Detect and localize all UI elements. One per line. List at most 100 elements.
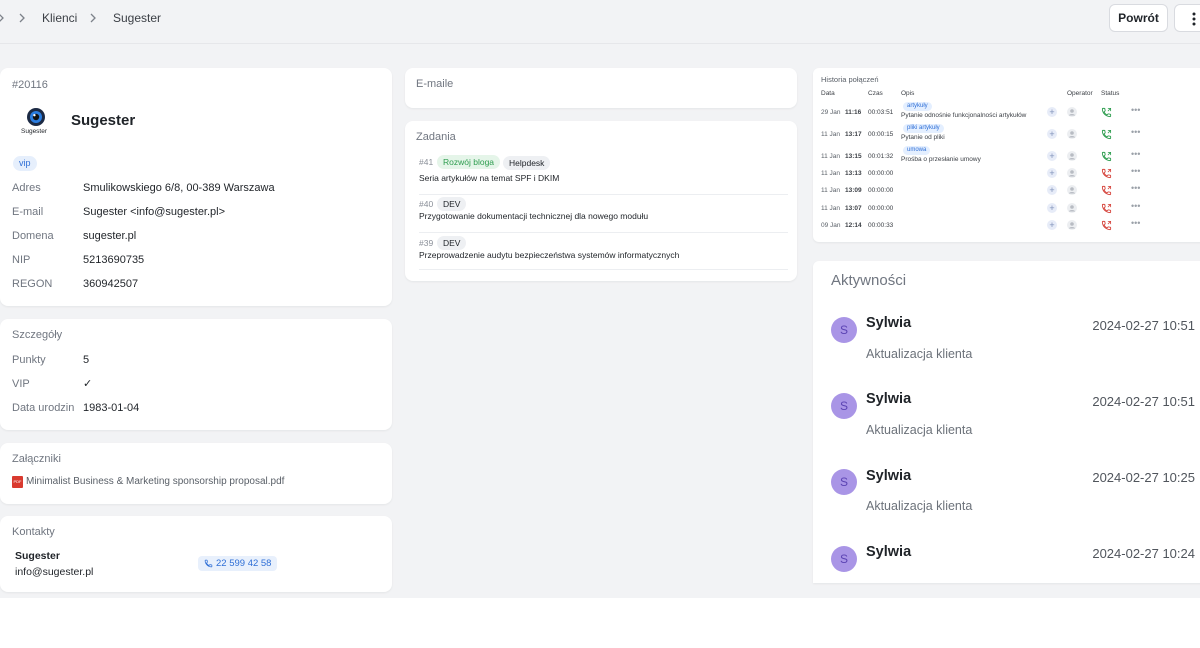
field-label: E-mail — [12, 206, 44, 218]
contact-email[interactable]: info@sugester.pl — [15, 566, 93, 578]
breadcrumb-current: Sugester — [113, 11, 162, 25]
call-time: 11:16 — [845, 109, 862, 116]
call-time: 12:14 — [845, 222, 862, 229]
divider — [419, 194, 788, 195]
client-tag[interactable]: vip — [13, 156, 37, 171]
row-actions-icon[interactable]: ••• — [1131, 127, 1140, 137]
call-time: 13:13 — [845, 170, 862, 177]
row-actions-icon[interactable]: ••• — [1131, 218, 1140, 228]
address-value: Smulikowskiego 6/8, 00-389 Warszawa — [83, 182, 275, 194]
add-note-button[interactable]: + — [1047, 151, 1057, 161]
contact-phone: 22 599 42 58 — [216, 558, 272, 569]
call-time: 13:17 — [845, 131, 862, 138]
missed-call-icon — [1101, 220, 1112, 231]
call-time: 13:15 — [845, 153, 862, 160]
call-date: 11 Jan — [821, 205, 841, 212]
operator-avatar-icon — [1067, 107, 1077, 117]
activity-author: Sylwia — [866, 315, 912, 331]
email-value[interactable]: Sugester <info@sugester.pl> — [83, 206, 225, 218]
row-actions-icon[interactable]: ••• — [1131, 201, 1140, 211]
task-number: #40 — [419, 199, 434, 209]
task-tag[interactable]: DEV — [437, 236, 467, 250]
field-label: VIP — [12, 378, 30, 390]
call-duration: 00:00:00 — [868, 205, 894, 212]
domain-value[interactable]: sugester.pl — [83, 230, 136, 242]
column-header: Czas — [868, 90, 883, 97]
call-tag[interactable]: pliki artykuły — [903, 124, 944, 133]
field-label: Domena — [12, 230, 54, 242]
contacts-card: Kontakty Sugester info@sugester.pl 22 59… — [0, 516, 392, 592]
activity-date: 2024-02-27 10:51 — [1092, 318, 1195, 333]
field-label: Adres — [12, 182, 41, 194]
activity-description: Aktualizacja klienta — [866, 347, 973, 361]
add-note-button[interactable]: + — [1047, 107, 1057, 117]
call-history-card: Historia połączeń Data Czas Opis Operato… — [813, 68, 1200, 242]
emails-card: E-maile — [405, 68, 797, 108]
tasks-title: Zadania — [416, 131, 456, 143]
row-actions-icon[interactable]: ••• — [1131, 183, 1140, 193]
call-tag[interactable]: umowa — [903, 146, 931, 155]
add-note-button[interactable]: + — [1047, 203, 1057, 213]
vip-value: ✓ — [83, 378, 93, 390]
task-tag[interactable]: DEV — [437, 197, 467, 211]
chevron-right-icon — [19, 13, 25, 23]
field-label: Punkty — [12, 354, 46, 366]
chevron-right-icon — [0, 14, 4, 22]
attachment-link[interactable]: Minimalist Business & Marketing sponsors… — [26, 476, 284, 487]
client-card: #20116 Sugester Sugester vip Adres Smuli… — [0, 68, 392, 306]
breadcrumb-clients[interactable]: Klienci — [42, 11, 77, 25]
task-title[interactable]: Przygotowanie dokumentacji technicznej d… — [419, 211, 648, 221]
client-name: Sugester — [71, 112, 136, 129]
activity-description: Aktualizacja klienta — [866, 499, 973, 513]
call-duration: 00:00:15 — [868, 131, 894, 138]
task-tag[interactable]: Helpdesk — [503, 156, 551, 170]
chevron-right-icon — [90, 13, 96, 23]
call-tag[interactable]: artykuły — [903, 102, 932, 111]
contact-name[interactable]: Sugester — [15, 550, 60, 562]
task-number: #41 — [419, 157, 434, 167]
task-title[interactable]: Przeprowadzenie audytu bezpieczeństwa sy… — [419, 250, 679, 260]
activities-card: Aktywności S Sylwia 2024-02-27 10:51 Akt… — [813, 261, 1200, 583]
contact-phone-button[interactable]: 22 599 42 58 — [198, 556, 278, 571]
task-title[interactable]: Seria artykułów na temat SPF i DKIM — [419, 173, 559, 183]
more-options-button[interactable] — [1174, 4, 1200, 32]
top-bar: Klienci Sugester Powrót — [0, 0, 1200, 44]
answered-call-icon — [1101, 129, 1112, 140]
call-date: 09 Jan — [821, 222, 841, 229]
attachments-card: Załączniki PDF Minimalist Business & Mar… — [0, 443, 392, 504]
missed-call-icon — [1101, 168, 1112, 179]
add-note-button[interactable]: + — [1047, 129, 1057, 139]
add-note-button[interactable]: + — [1047, 185, 1057, 195]
regon-value: 360942507 — [83, 278, 139, 290]
call-date: 11 Jan — [821, 153, 841, 160]
add-note-button[interactable]: + — [1047, 168, 1057, 178]
row-actions-icon[interactable]: ••• — [1131, 166, 1140, 176]
column-header: Status — [1101, 90, 1120, 97]
call-duration: 00:00:00 — [868, 170, 894, 177]
call-time: 13:07 — [845, 205, 862, 212]
activity-date: 2024-02-27 10:25 — [1092, 470, 1195, 485]
back-button[interactable]: Powrót — [1109, 4, 1168, 32]
add-note-button[interactable]: + — [1047, 220, 1057, 230]
call-history-title: Historia połączeń — [821, 75, 879, 84]
field-label: REGON — [12, 278, 53, 290]
operator-avatar-icon — [1067, 220, 1077, 230]
attachments-title: Załączniki — [12, 453, 61, 465]
call-description: Pytanie odnośnie funkcjonalności artykuł… — [901, 112, 1027, 119]
task-tag[interactable]: Rozwój bloga — [437, 155, 501, 169]
activity-author: Sylwia — [866, 544, 912, 560]
call-date: 11 Jan — [821, 131, 841, 138]
operator-avatar-icon — [1067, 203, 1077, 213]
row-actions-icon[interactable]: ••• — [1131, 105, 1140, 115]
call-duration: 00:03:51 — [868, 109, 894, 116]
activities-title: Aktywności — [831, 272, 907, 289]
points-value: 5 — [83, 354, 90, 366]
birthday-value: 1983-01-04 — [83, 402, 140, 414]
call-date: 11 Jan — [821, 187, 841, 194]
activity-date: 2024-02-27 10:24 — [1092, 546, 1195, 561]
phone-icon — [204, 559, 213, 568]
answered-call-icon — [1101, 107, 1112, 118]
operator-avatar-icon — [1067, 185, 1077, 195]
operator-avatar-icon — [1067, 129, 1077, 139]
row-actions-icon[interactable]: ••• — [1131, 149, 1140, 159]
